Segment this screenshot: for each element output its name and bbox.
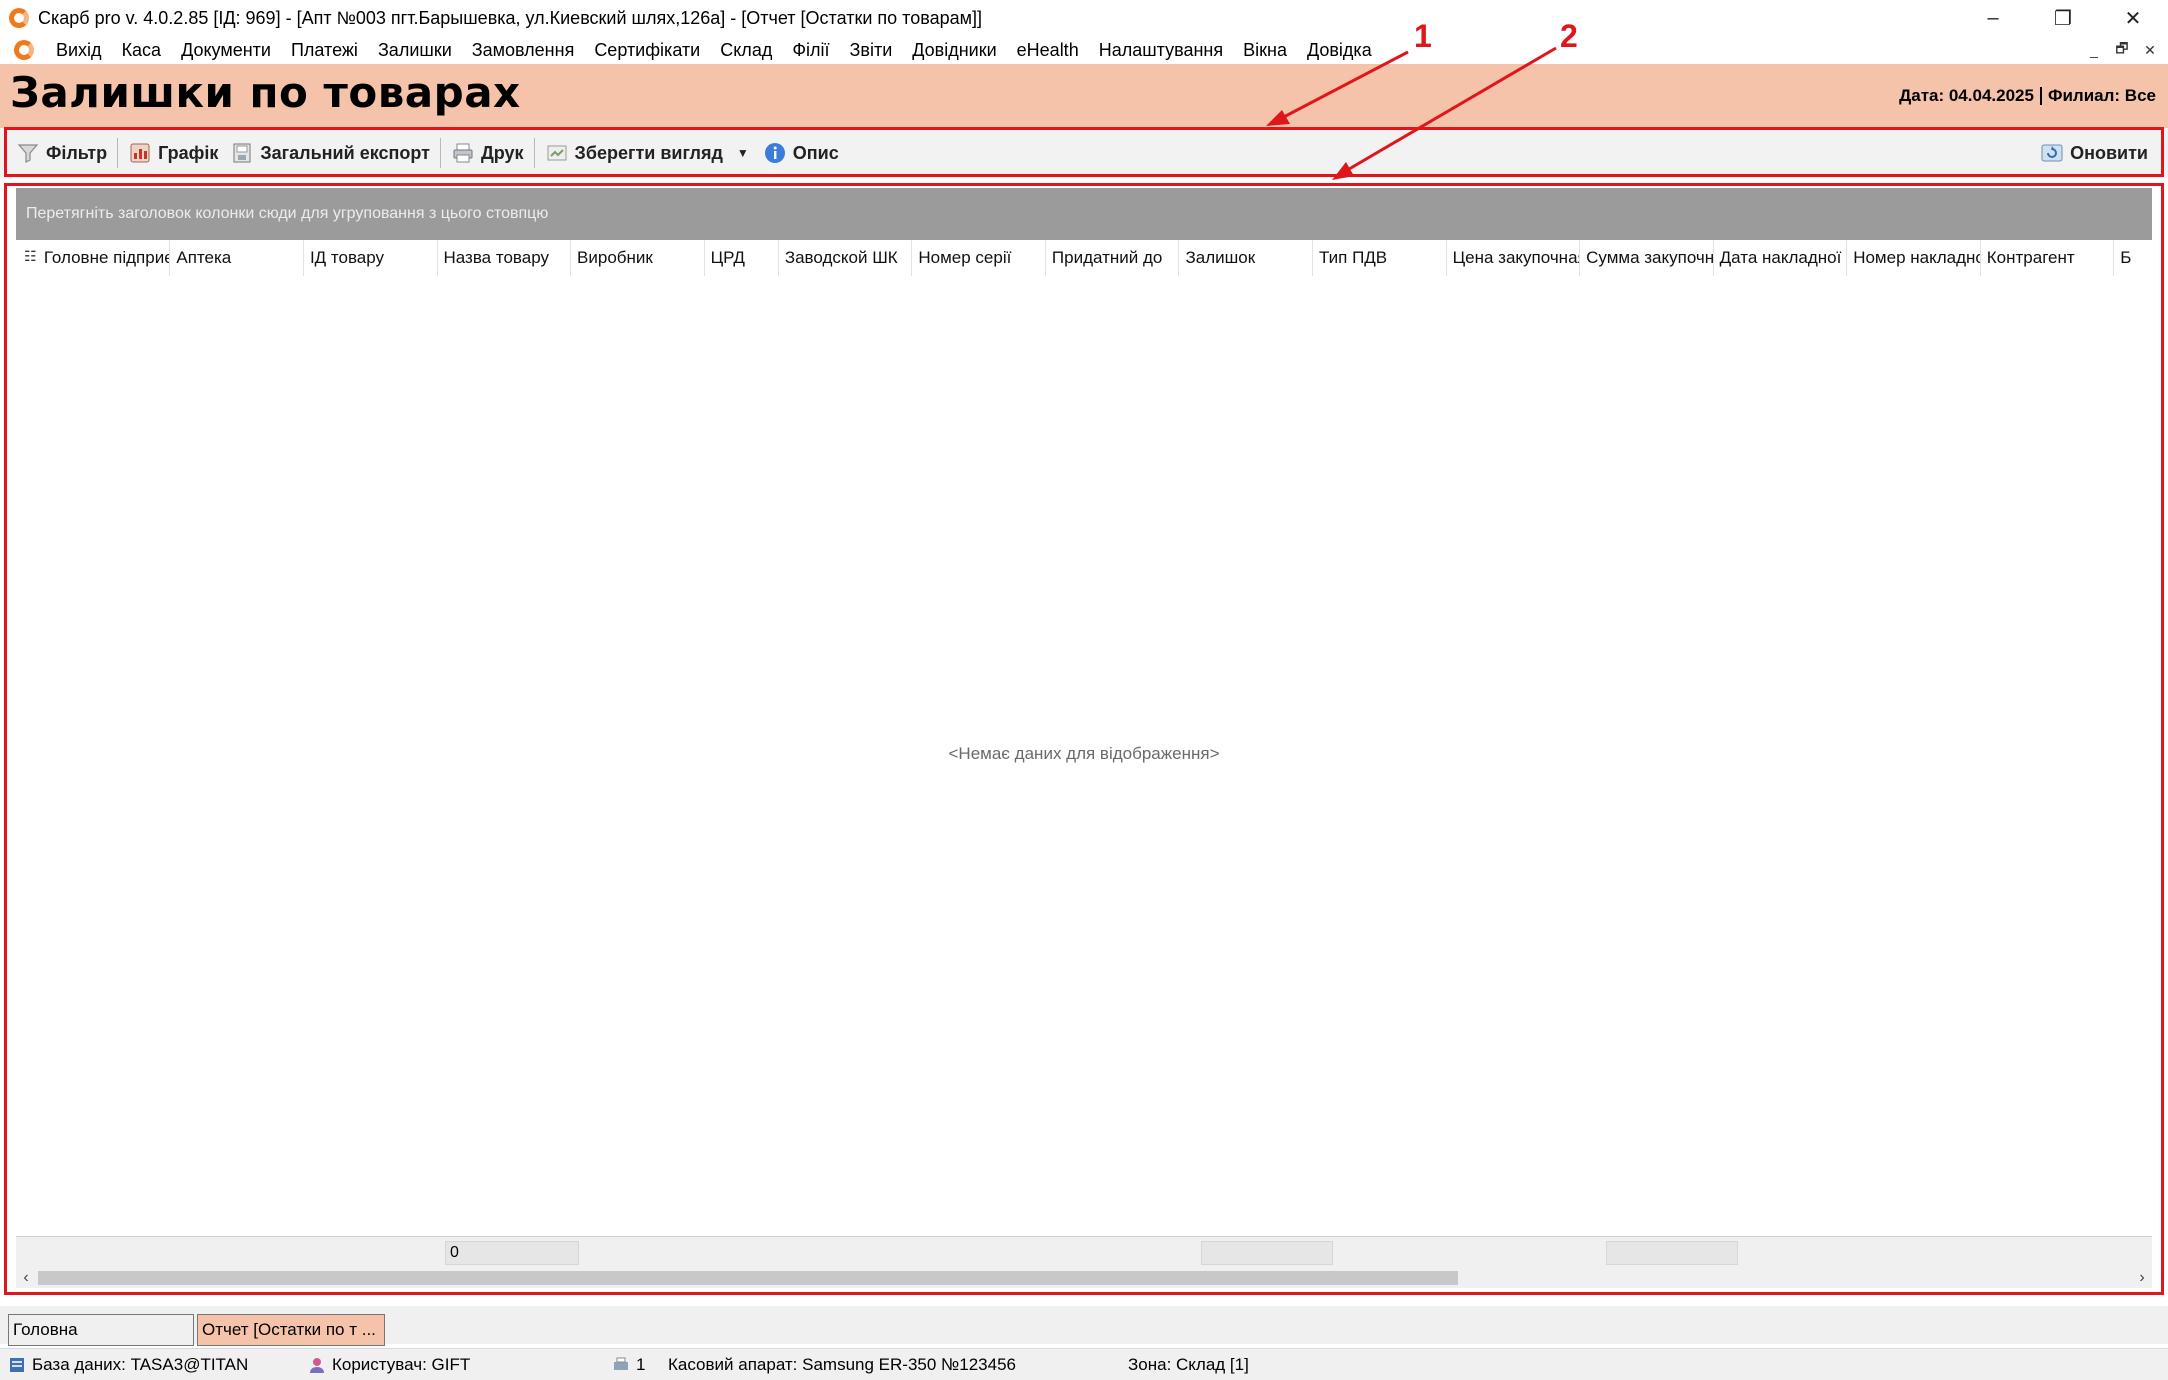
- scroll-left-icon[interactable]: ‹: [16, 1268, 36, 1288]
- footer-summary-cell: [1606, 1241, 1738, 1265]
- annotation-label-1: 1: [1414, 18, 1432, 54]
- status-database: База даних: TASA3@TITAN: [0, 1349, 300, 1380]
- printer-icon: [612, 1356, 630, 1374]
- status-user: Користувач: GIFT: [300, 1349, 604, 1380]
- status-bar: База даних: TASA3@TITAN Користувач: GIFT…: [0, 1348, 2168, 1380]
- footer-count-cell: 0: [445, 1241, 579, 1265]
- tab-stock-report[interactable]: Отчет [Остатки по т ...: [197, 1314, 385, 1346]
- status-cash-register: Касовий апарат: Samsung ER-350 №123456: [668, 1354, 1017, 1374]
- user-label: Користувач: GIFT: [332, 1354, 471, 1374]
- grid-footer: 0: [16, 1236, 2152, 1268]
- database-label: База даних: TASA3@TITAN: [32, 1354, 249, 1374]
- status-printer: 1: [604, 1349, 660, 1380]
- empty-grid-message: <Немає даних для відображення>: [948, 744, 1220, 763]
- footer-summary-cell: [1201, 1241, 1333, 1265]
- horizontal-scrollbar[interactable]: ‹ ›: [16, 1268, 2152, 1288]
- document-tabs: Головна Отчет [Остатки по т ...: [0, 1306, 2168, 1346]
- tab-main[interactable]: Головна: [8, 1314, 194, 1346]
- annotation-label-2: 2: [1560, 18, 1578, 54]
- status-zone: Зона: Склад [1]: [1128, 1354, 1249, 1374]
- database-icon: [8, 1356, 26, 1374]
- user-icon: [308, 1356, 326, 1374]
- scroll-right-icon[interactable]: ›: [2132, 1268, 2152, 1288]
- scrollbar-thumb[interactable]: [38, 1271, 1458, 1285]
- data-grid: Перетягніть заголовок колонки сюди для у…: [8, 184, 2160, 1294]
- printer-count: 1: [636, 1354, 646, 1374]
- annotation-arrows: [1266, 46, 1557, 180]
